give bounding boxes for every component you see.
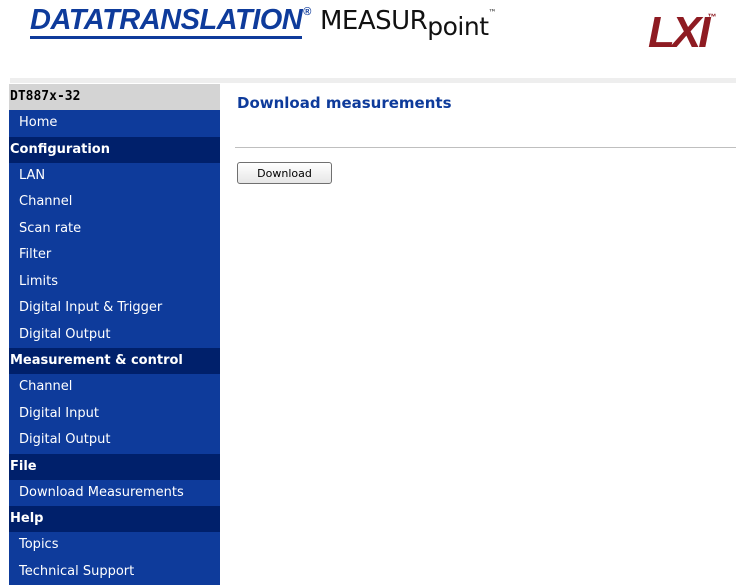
sidebar-item-config-digital-output[interactable]: Digital Output <box>9 321 220 348</box>
lxi-logo: LXI™ <box>648 8 716 68</box>
measurpoint-tm-mark: ™ <box>488 8 497 17</box>
sidebar-nav: DT887x-32 Home Configuration LAN Channel… <box>9 84 220 585</box>
sidebar-section-file: File <box>9 453 220 480</box>
sidebar-item-lan[interactable]: LAN <box>9 162 220 189</box>
sidebar-item-download-measurements[interactable]: Download Measurements <box>9 479 220 506</box>
sidebar-item-measure-digital-output[interactable]: Digital Output <box>9 427 220 454</box>
measurpoint-logo-part-a: MEASUR <box>320 6 428 36</box>
sidebar-item-scan-rate[interactable]: Scan rate <box>9 215 220 242</box>
data-translation-logo-text: DATATRANSLATION <box>30 4 303 39</box>
measurpoint-logo-part-b: point <box>427 12 489 41</box>
sidebar-section-measurement-control: Measurement & control <box>9 348 220 374</box>
sidebar-item-measure-digital-input[interactable]: Digital Input <box>9 400 220 427</box>
sidebar-item-measure-channel[interactable]: Channel <box>9 374 220 401</box>
sidebar-item-digital-input-trigger[interactable]: Digital Input & Trigger <box>9 295 220 322</box>
sidebar-item-limits[interactable]: Limits <box>9 268 220 295</box>
sidebar-item-filter[interactable]: Filter <box>9 242 220 269</box>
header-divider <box>10 78 736 83</box>
sidebar-section-configuration: Configuration <box>9 136 220 163</box>
sidebar-item-technical-support[interactable]: Technical Support <box>9 558 220 585</box>
title-divider <box>235 147 736 148</box>
header: DATATRANSLATION® MEASURpoint™ LXI™ <box>0 0 736 74</box>
main-content: Download measurements Download <box>220 84 736 588</box>
sidebar-item-config-channel[interactable]: Channel <box>9 189 220 216</box>
lxi-logo-text: LXI <box>648 8 710 57</box>
device-name: DT887x-32 <box>9 84 220 110</box>
sidebar-section-help: Help <box>9 506 220 532</box>
sidebar-item-topics[interactable]: Topics <box>9 532 220 559</box>
lxi-tm-mark: ™ <box>707 12 717 22</box>
sidebar-item-home[interactable]: Home <box>9 110 220 137</box>
measurpoint-logo: MEASURpoint™ <box>320 6 497 41</box>
data-translation-logo: DATATRANSLATION® <box>30 4 311 39</box>
page-title: Download measurements <box>237 94 452 112</box>
download-button[interactable]: Download <box>237 162 332 184</box>
registered-mark: ® <box>303 6 311 18</box>
